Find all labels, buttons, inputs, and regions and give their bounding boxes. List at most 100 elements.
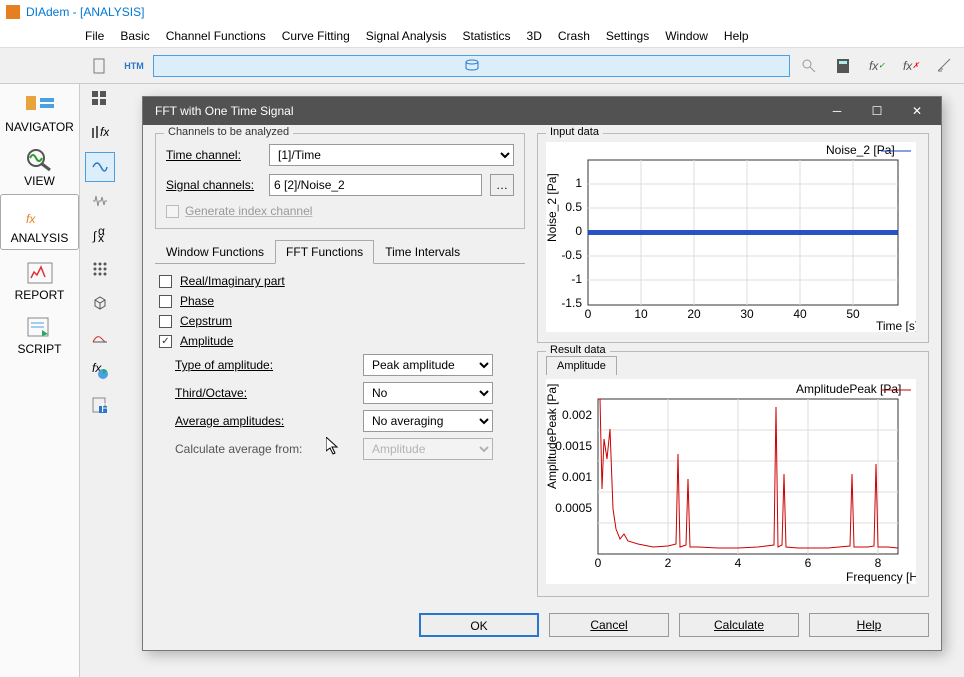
tab-time-intervals[interactable]: Time Intervals <box>374 240 471 264</box>
chk-label: Amplitude <box>180 334 233 348</box>
minimize-button[interactable]: ─ <box>817 99 857 123</box>
cancel-button[interactable]: Cancel <box>549 613 669 637</box>
tool-grid[interactable] <box>85 84 115 114</box>
svg-text:0: 0 <box>595 556 602 570</box>
legend-text: AmplitudePeak [Pa] <box>796 382 901 396</box>
tool-column: fx ∫αx fx F <box>80 48 120 677</box>
menu-statistics[interactable]: Statistics <box>463 29 511 43</box>
tool-fx-pie[interactable]: fx <box>85 356 115 386</box>
tool-htm[interactable]: HTM <box>119 52 149 80</box>
dialog-footer: OK Cancel Calculate Help <box>143 605 941 645</box>
checkbox-icon <box>159 295 172 308</box>
menu-file[interactable]: File <box>85 29 104 43</box>
svg-text:∫: ∫ <box>92 229 97 243</box>
svg-text:0.0005: 0.0005 <box>555 501 592 515</box>
tool-ruler[interactable] <box>930 52 960 80</box>
close-button[interactable]: ✕ <box>897 99 937 123</box>
y-axis-label: AmplitudePeak [Pa] <box>546 384 559 489</box>
chk-label: Phase <box>180 294 214 308</box>
tool-pulse[interactable] <box>85 186 115 216</box>
tool-data[interactable] <box>153 55 790 77</box>
dialog-title: FFT with One Time Signal <box>155 104 817 118</box>
tool-fx-close[interactable]: fx✗ <box>896 52 926 80</box>
tool-calc[interactable] <box>828 52 858 80</box>
ok-button[interactable]: OK <box>419 613 539 637</box>
real-imaginary-checkbox[interactable]: Real/Imaginary part <box>159 274 525 288</box>
menu-curve-fitting[interactable]: Curve Fitting <box>282 29 350 43</box>
tool-wave[interactable] <box>85 152 115 182</box>
menu-channel-functions[interactable]: Channel Functions <box>166 29 266 43</box>
nav-navigator[interactable]: NAVIGATOR <box>0 84 79 138</box>
type-amplitude-select[interactable]: Peak amplitude <box>363 354 493 376</box>
x-axis-label: Time [s] <box>876 319 916 332</box>
svg-text:fx: fx <box>100 125 109 139</box>
third-octave-select[interactable]: No <box>363 382 493 404</box>
titlebar: DIAdem - [ANALYSIS] <box>0 0 964 24</box>
svg-text:0.002: 0.002 <box>562 408 592 422</box>
tool-new[interactable] <box>85 52 115 80</box>
svg-text:fx: fx <box>26 212 36 226</box>
signal-channels-input[interactable]: 6 [2]/Noise_2 <box>269 174 482 196</box>
input-chart-title: Input data <box>546 126 603 138</box>
svg-text:-1: -1 <box>571 272 582 286</box>
menu-help[interactable]: Help <box>724 29 749 43</box>
average-amplitudes-select[interactable]: No averaging <box>363 410 493 432</box>
nav-analysis[interactable]: fx ANALYSIS <box>0 194 79 250</box>
app-icon <box>6 5 20 19</box>
nav-label: ANALYSIS <box>11 231 69 245</box>
y-axis-label: Noise_2 [Pa] <box>546 173 559 242</box>
tool-matrix[interactable] <box>85 254 115 284</box>
input-chart-box: Input data Noise_2 [Pa] Noise_2 [Pa] <box>537 133 929 343</box>
script-icon <box>22 314 58 340</box>
cepstrum-checkbox[interactable]: Cepstrum <box>159 314 525 328</box>
svg-text:x: x <box>98 231 104 244</box>
tool-search[interactable] <box>794 52 824 80</box>
svg-text:F: F <box>101 401 108 414</box>
tool-fx-check[interactable]: fx✓ <box>862 52 892 80</box>
checkbox-icon <box>159 315 172 328</box>
function-tabs: Window Functions FFT Functions Time Inte… <box>155 239 525 264</box>
svg-text:8: 8 <box>875 556 882 570</box>
checkbox-checked-icon: ✓ <box>159 335 172 348</box>
amplitude-checkbox[interactable]: ✓ Amplitude <box>159 334 525 348</box>
signal-browse-button[interactable]: … <box>490 174 514 196</box>
calculate-button[interactable]: Calculate <box>679 613 799 637</box>
svg-text:4: 4 <box>735 556 742 570</box>
view-icon <box>22 146 58 172</box>
menu-basic[interactable]: Basic <box>120 29 149 43</box>
maximize-button[interactable]: ☐ <box>857 99 897 123</box>
type-amplitude-label: Type of amplitude: <box>175 358 355 372</box>
x-axis-label: Frequency [Hz] <box>846 570 916 584</box>
tool-report-f[interactable]: F <box>85 390 115 420</box>
svg-text:6: 6 <box>805 556 812 570</box>
svg-text:-1.5: -1.5 <box>561 296 582 310</box>
nav-label: SCRIPT <box>17 342 61 356</box>
calc-average-label: Calculate average from: <box>175 442 355 456</box>
signal-channels-label: Signal channels: <box>166 178 261 192</box>
toolbar: HTM fx✓ fx✗ <box>0 48 964 84</box>
tool-crash[interactable] <box>85 322 115 352</box>
nav-view[interactable]: VIEW <box>0 138 79 192</box>
tool-cube[interactable] <box>85 288 115 318</box>
menu-crash[interactable]: Crash <box>558 29 590 43</box>
nav-label: VIEW <box>24 174 55 188</box>
phase-checkbox[interactable]: Phase <box>159 294 525 308</box>
nav-report[interactable]: REPORT <box>0 252 79 306</box>
third-octave-label: Third/Octave: <box>175 386 355 400</box>
tab-window-functions[interactable]: Window Functions <box>155 240 275 264</box>
tab-fft-functions[interactable]: FFT Functions <box>275 240 374 264</box>
channels-group: Channels to be analyzed Time channel: [1… <box>155 133 525 229</box>
menu-window[interactable]: Window <box>665 29 708 43</box>
time-channel-select[interactable]: [1]/Time <box>269 144 514 166</box>
tool-bars-fx[interactable]: fx <box>85 118 115 148</box>
result-tab-amplitude[interactable]: Amplitude <box>546 356 617 375</box>
menu-settings[interactable]: Settings <box>606 29 649 43</box>
app-title: DIAdem - [ANALYSIS] <box>26 5 144 19</box>
time-channel-label: Time channel: <box>166 148 261 162</box>
help-button[interactable]: Help <box>809 613 929 637</box>
tool-integral[interactable]: ∫αx <box>85 220 115 250</box>
menu-signal-analysis[interactable]: Signal Analysis <box>366 29 447 43</box>
nav-script[interactable]: SCRIPT <box>0 306 79 360</box>
input-chart: Noise_2 [Pa] Noise_2 [Pa] <box>546 142 916 332</box>
menu-3d[interactable]: 3D <box>527 29 542 43</box>
